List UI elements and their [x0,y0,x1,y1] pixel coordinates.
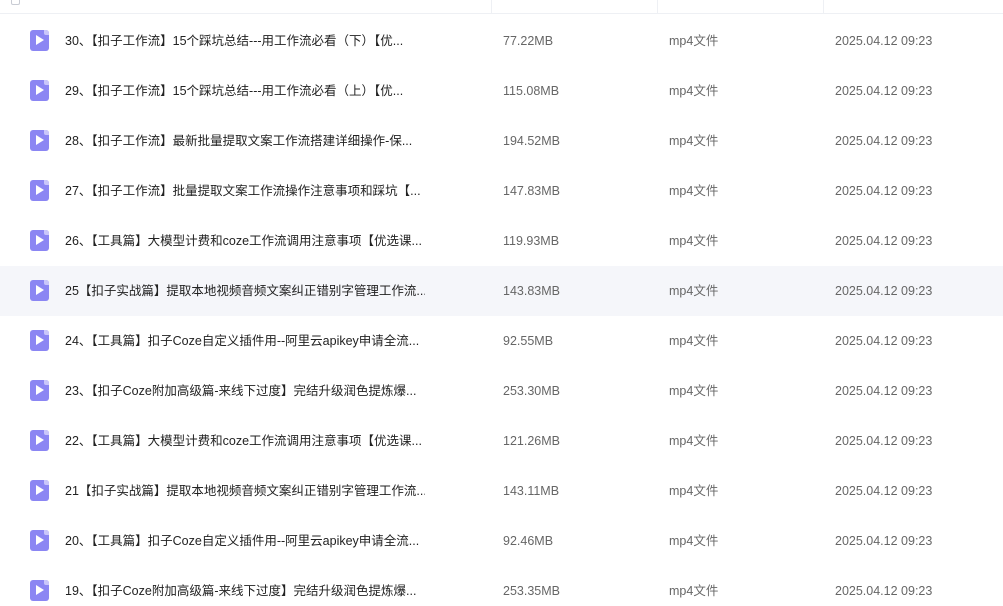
file-row[interactable]: 20、【工具篇】扣子Coze自定义插件用--阿里云apikey申请全流... 9… [0,516,1003,566]
file-size: 194.52MB [503,134,560,148]
file-type: mp4文件 [669,134,719,148]
file-type: mp4文件 [669,334,719,348]
file-date: 2025.04.12 09:23 [835,84,933,98]
file-row[interactable]: 28、【扣子工作流】最新批量提取文案工作流搭建详细操作-保... 194.52M… [0,116,1003,166]
file-type: mp4文件 [669,34,719,48]
file-row[interactable]: 22、【工具篇】大模型计费和coze工作流调用注意事项【优选课... 121.2… [0,416,1003,466]
video-file-icon [30,130,49,151]
file-date: 2025.04.12 09:23 [835,434,933,448]
video-file-icon [30,530,49,551]
file-row[interactable]: 30、【扣子工作流】15个踩坑总结---用工作流必看（下）【优... 77.22… [0,16,1003,66]
video-file-icon [30,480,49,501]
file-row[interactable]: 26、【工具篇】大模型计费和coze工作流调用注意事项【优选课... 119.9… [0,216,1003,266]
file-date: 2025.04.12 09:23 [835,584,933,598]
file-date: 2025.04.12 09:23 [835,484,933,498]
video-file-icon [30,280,49,301]
video-file-icon [30,430,49,451]
file-list: 30、【扣子工作流】15个踩坑总结---用工作流必看（下）【优... 77.22… [0,0,1003,606]
file-size: 147.83MB [503,184,560,198]
file-row[interactable]: 29、【扣子工作流】15个踩坑总结---用工作流必看（上）【优... 115.0… [0,66,1003,116]
file-name[interactable]: 20、【工具篇】扣子Coze自定义插件用--阿里云apikey申请全流... [65,516,425,566]
video-file-icon [30,380,49,401]
file-size: 115.08MB [503,84,560,98]
file-row[interactable]: 25【扣子实战篇】提取本地视频音频文案纠正错别字管理工作流... 143.83M… [0,266,1003,316]
file-type: mp4文件 [669,484,719,498]
file-name[interactable]: 27、【扣子工作流】批量提取文案工作流操作注意事项和踩坑【... [65,166,425,216]
file-name[interactable]: 29、【扣子工作流】15个踩坑总结---用工作流必看（上）【优... [65,66,425,116]
file-type: mp4文件 [669,434,719,448]
file-name[interactable]: 30、【扣子工作流】15个踩坑总结---用工作流必看（下）【优... [65,16,425,66]
file-name[interactable]: 22、【工具篇】大模型计费和coze工作流调用注意事项【优选课... [65,416,425,466]
file-type: mp4文件 [669,534,719,548]
file-size: 253.35MB [503,584,560,598]
file-date: 2025.04.12 09:23 [835,34,933,48]
file-name[interactable]: 21【扣子实战篇】提取本地视频音频文案纠正错别字管理工作流... [65,466,425,516]
file-row[interactable]: 24、【工具篇】扣子Coze自定义插件用--阿里云apikey申请全流... 9… [0,316,1003,366]
video-file-icon [30,230,49,251]
video-file-icon [30,30,49,51]
column-separator[interactable] [491,0,492,13]
file-size: 77.22MB [503,34,554,48]
file-name[interactable]: 26、【工具篇】大模型计费和coze工作流调用注意事项【优选课... [65,216,425,266]
file-name[interactable]: 25【扣子实战篇】提取本地视频音频文案纠正错别字管理工作流... [65,266,425,316]
file-date: 2025.04.12 09:23 [835,134,933,148]
file-name[interactable]: 19、【扣子Coze附加高级篇-来线下过度】完结升级润色提炼爆... [65,566,425,606]
file-size: 119.93MB [503,234,560,248]
file-date: 2025.04.12 09:23 [835,334,933,348]
file-size: 121.26MB [503,434,560,448]
file-date: 2025.04.12 09:23 [835,384,933,398]
file-name[interactable]: 24、【工具篇】扣子Coze自定义插件用--阿里云apikey申请全流... [65,316,425,366]
file-name[interactable]: 28、【扣子工作流】最新批量提取文案工作流搭建详细操作-保... [65,116,425,166]
file-date: 2025.04.12 09:23 [835,284,933,298]
file-type: mp4文件 [669,384,719,398]
file-size: 253.30MB [503,384,560,398]
file-date: 2025.04.12 09:23 [835,234,933,248]
file-type: mp4文件 [669,284,719,298]
file-row[interactable]: 27、【扣子工作流】批量提取文案工作流操作注意事项和踩坑【... 147.83M… [0,166,1003,216]
file-name[interactable]: 23、【扣子Coze附加高级篇-来线下过度】完结升级润色提炼爆... [65,366,425,416]
video-file-icon [30,180,49,201]
file-row[interactable]: 21【扣子实战篇】提取本地视频音频文案纠正错别字管理工作流... 143.11M… [0,466,1003,516]
file-size: 143.11MB [503,484,560,498]
file-size: 92.46MB [503,534,554,548]
column-separator[interactable] [823,0,824,13]
file-row[interactable]: 19、【扣子Coze附加高级篇-来线下过度】完结升级润色提炼爆... 253.3… [0,566,1003,606]
file-size: 143.83MB [503,284,560,298]
column-separator[interactable] [657,0,658,13]
file-date: 2025.04.12 09:23 [835,184,933,198]
video-file-icon [30,580,49,601]
file-type: mp4文件 [669,584,719,598]
file-type: mp4文件 [669,84,719,98]
file-size: 92.55MB [503,334,554,348]
file-type: mp4文件 [669,234,719,248]
file-rows: 30、【扣子工作流】15个踩坑总结---用工作流必看（下）【优... 77.22… [0,16,1003,606]
column-header [0,0,1003,14]
file-type: mp4文件 [669,184,719,198]
file-row[interactable]: 23、【扣子Coze附加高级篇-来线下过度】完结升级润色提炼爆... 253.3… [0,366,1003,416]
select-all-checkbox[interactable] [11,0,20,5]
video-file-icon [30,330,49,351]
video-file-icon [30,80,49,101]
file-date: 2025.04.12 09:23 [835,534,933,548]
